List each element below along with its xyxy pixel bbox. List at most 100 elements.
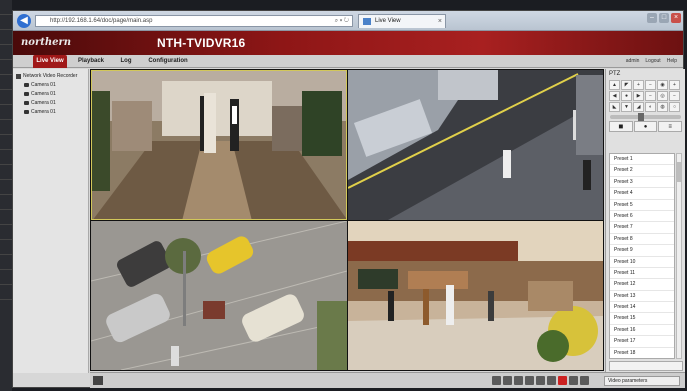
zoom-icon[interactable] bbox=[525, 376, 534, 385]
camera-label: Camera 01 bbox=[31, 82, 56, 88]
volume-icon[interactable] bbox=[569, 376, 578, 385]
ptz-wiper-button[interactable]: ◐ bbox=[645, 102, 656, 112]
tab-pattern[interactable]: ≡ bbox=[658, 121, 683, 132]
list-item[interactable]: Preset 18 bbox=[610, 348, 674, 358]
previous-page-icon[interactable] bbox=[536, 376, 545, 385]
next-page-icon[interactable] bbox=[547, 376, 556, 385]
video-feed-1[interactable] bbox=[91, 70, 347, 220]
list-item[interactable]: Preset 5 bbox=[610, 200, 674, 211]
capture-icon[interactable] bbox=[503, 376, 512, 385]
tree-root-label: Network Video Recorder bbox=[23, 73, 78, 79]
ptz-up-button[interactable]: ▲ bbox=[609, 80, 620, 90]
list-item[interactable]: Preset 2 bbox=[610, 165, 674, 177]
ptz-down-button[interactable]: ▼ bbox=[621, 102, 632, 112]
list-item[interactable]: Preset 1 bbox=[610, 154, 674, 166]
camera-label: Camera 01 bbox=[31, 109, 56, 115]
preset-scrollbar[interactable] bbox=[676, 153, 682, 359]
window-controls: ‒ □ × bbox=[647, 13, 681, 23]
tree-camera-4[interactable]: Camera 01 bbox=[24, 109, 85, 115]
maximize-icon[interactable]: □ bbox=[659, 13, 669, 23]
tab-playback[interactable]: Playback bbox=[75, 55, 107, 68]
tab-preset[interactable]: ◼ bbox=[609, 121, 633, 132]
ptz-zoom-out-button[interactable]: − bbox=[645, 80, 656, 90]
ptz-left-button[interactable]: ◀ bbox=[609, 91, 620, 101]
ptz-up-left-button[interactable]: ◤ bbox=[621, 80, 632, 90]
tab-live-view[interactable]: Live View bbox=[33, 55, 67, 68]
camera-icon bbox=[24, 83, 29, 87]
list-item[interactable]: Preset 9 bbox=[610, 245, 674, 257]
video-feed-2[interactable] bbox=[348, 70, 603, 220]
ptz-down-left-button[interactable]: ◣ bbox=[609, 102, 620, 112]
ptz-focus-button[interactable]: ◉ bbox=[657, 80, 668, 90]
address-bar[interactable]: http://192.168.1.64/doc/page/main.asp ⌕ … bbox=[35, 15, 353, 27]
list-item[interactable]: Preset 12 bbox=[610, 279, 674, 291]
ptz-right-button[interactable]: ▶ bbox=[633, 91, 644, 101]
tab-log[interactable]: Log bbox=[117, 55, 135, 68]
list-item[interactable]: Preset 17 bbox=[610, 336, 674, 348]
list-item[interactable]: Preset 16 bbox=[610, 325, 674, 337]
back-arrow-icon[interactable]: ◀ bbox=[17, 14, 31, 28]
bottom-toolbar: Video parameters bbox=[90, 372, 685, 388]
tree-camera-2[interactable]: Camera 01 bbox=[24, 91, 85, 97]
record-icon[interactable] bbox=[558, 376, 567, 385]
tab-configuration[interactable]: Configuration bbox=[145, 55, 191, 68]
list-item[interactable]: Preset 3 bbox=[610, 177, 674, 189]
browser-window: ◀ http://192.168.1.64/doc/page/main.asp … bbox=[12, 10, 685, 388]
list-item[interactable]: Preset 4 bbox=[610, 188, 674, 200]
background-edge bbox=[0, 0, 12, 391]
video-feed-3[interactable] bbox=[91, 221, 347, 370]
tree-camera-1[interactable]: Camera 01 bbox=[24, 82, 85, 88]
layout-icon[interactable] bbox=[93, 376, 103, 385]
stop-all-icon[interactable] bbox=[492, 376, 501, 385]
camera-icon bbox=[24, 92, 29, 96]
tab-patrol[interactable]: ● bbox=[633, 121, 658, 132]
ptz-iris-in-button[interactable]: + bbox=[669, 80, 680, 90]
browser-tab[interactable]: Live View × bbox=[358, 14, 446, 28]
ptz-speed-slider[interactable] bbox=[610, 113, 681, 121]
list-item[interactable]: Preset 15 bbox=[610, 313, 674, 325]
tree-root[interactable]: Network Video Recorder bbox=[16, 73, 85, 79]
list-item[interactable]: Preset 11 bbox=[610, 268, 674, 280]
video-parameters-button[interactable]: Video parameters bbox=[604, 376, 680, 386]
ptz-iris-out-button[interactable]: − bbox=[669, 91, 680, 101]
search-icon[interactable]: ⌕ ▾ ↻ bbox=[335, 16, 349, 27]
help-link[interactable]: Help bbox=[667, 55, 677, 68]
scrollbar-thumb[interactable] bbox=[677, 162, 681, 182]
device-tree: Network Video Recorder Camera 01 Camera … bbox=[13, 69, 89, 373]
tree-camera-3[interactable]: Camera 01 bbox=[24, 100, 85, 106]
browser-chrome: ◀ http://192.168.1.64/doc/page/main.asp … bbox=[13, 11, 683, 31]
ptz-focus-out-button[interactable]: − bbox=[645, 91, 656, 101]
video-feed-4[interactable] bbox=[348, 221, 603, 370]
ptz-zoom-in-button[interactable]: + bbox=[633, 80, 644, 90]
camera-label: Camera 01 bbox=[31, 91, 56, 97]
record-all-icon[interactable] bbox=[514, 376, 523, 385]
address-text: http://192.168.1.64/doc/page/main.asp bbox=[50, 18, 153, 24]
logout-link[interactable]: Logout bbox=[645, 55, 660, 68]
ptz-aux-button[interactable]: ◍ bbox=[657, 102, 668, 112]
tab-title: Live View bbox=[375, 18, 401, 24]
preset-list: Preset 1 Preset 2 Preset 3 Preset 4 Pres… bbox=[609, 153, 675, 359]
list-item[interactable]: Preset 8 bbox=[610, 234, 674, 246]
brand-logo: northern bbox=[21, 37, 71, 48]
close-tab-icon[interactable]: × bbox=[438, 15, 442, 28]
camera-icon bbox=[24, 101, 29, 105]
ptz-auto-button[interactable]: ● bbox=[621, 91, 632, 101]
ptz-down-right-button[interactable]: ◢ bbox=[633, 102, 644, 112]
user-admin-link[interactable]: admin bbox=[626, 55, 640, 68]
minimize-icon[interactable]: ‒ bbox=[647, 13, 657, 23]
list-item[interactable]: Preset 6 bbox=[610, 211, 674, 223]
page-title: NTH-TVIDVR16 bbox=[157, 36, 246, 50]
ptz-light-button[interactable]: ◎ bbox=[657, 91, 668, 101]
close-icon[interactable]: × bbox=[671, 13, 681, 23]
ptz-title: PTZ bbox=[609, 71, 621, 77]
list-item[interactable]: Preset 14 bbox=[610, 302, 674, 314]
fullscreen-icon[interactable] bbox=[580, 376, 589, 385]
camera-icon bbox=[24, 110, 29, 114]
ptz-menu-button[interactable]: ○ bbox=[669, 102, 680, 112]
list-item[interactable]: Preset 7 bbox=[610, 222, 674, 234]
app-header: northern NTH-TVIDVR16 bbox=[13, 31, 683, 55]
list-item[interactable]: Preset 13 bbox=[610, 291, 674, 303]
slider-handle[interactable] bbox=[638, 113, 645, 121]
list-item[interactable]: Preset 10 bbox=[610, 257, 674, 268]
main-nav: Live View Playback Log Configuration adm… bbox=[13, 55, 683, 68]
